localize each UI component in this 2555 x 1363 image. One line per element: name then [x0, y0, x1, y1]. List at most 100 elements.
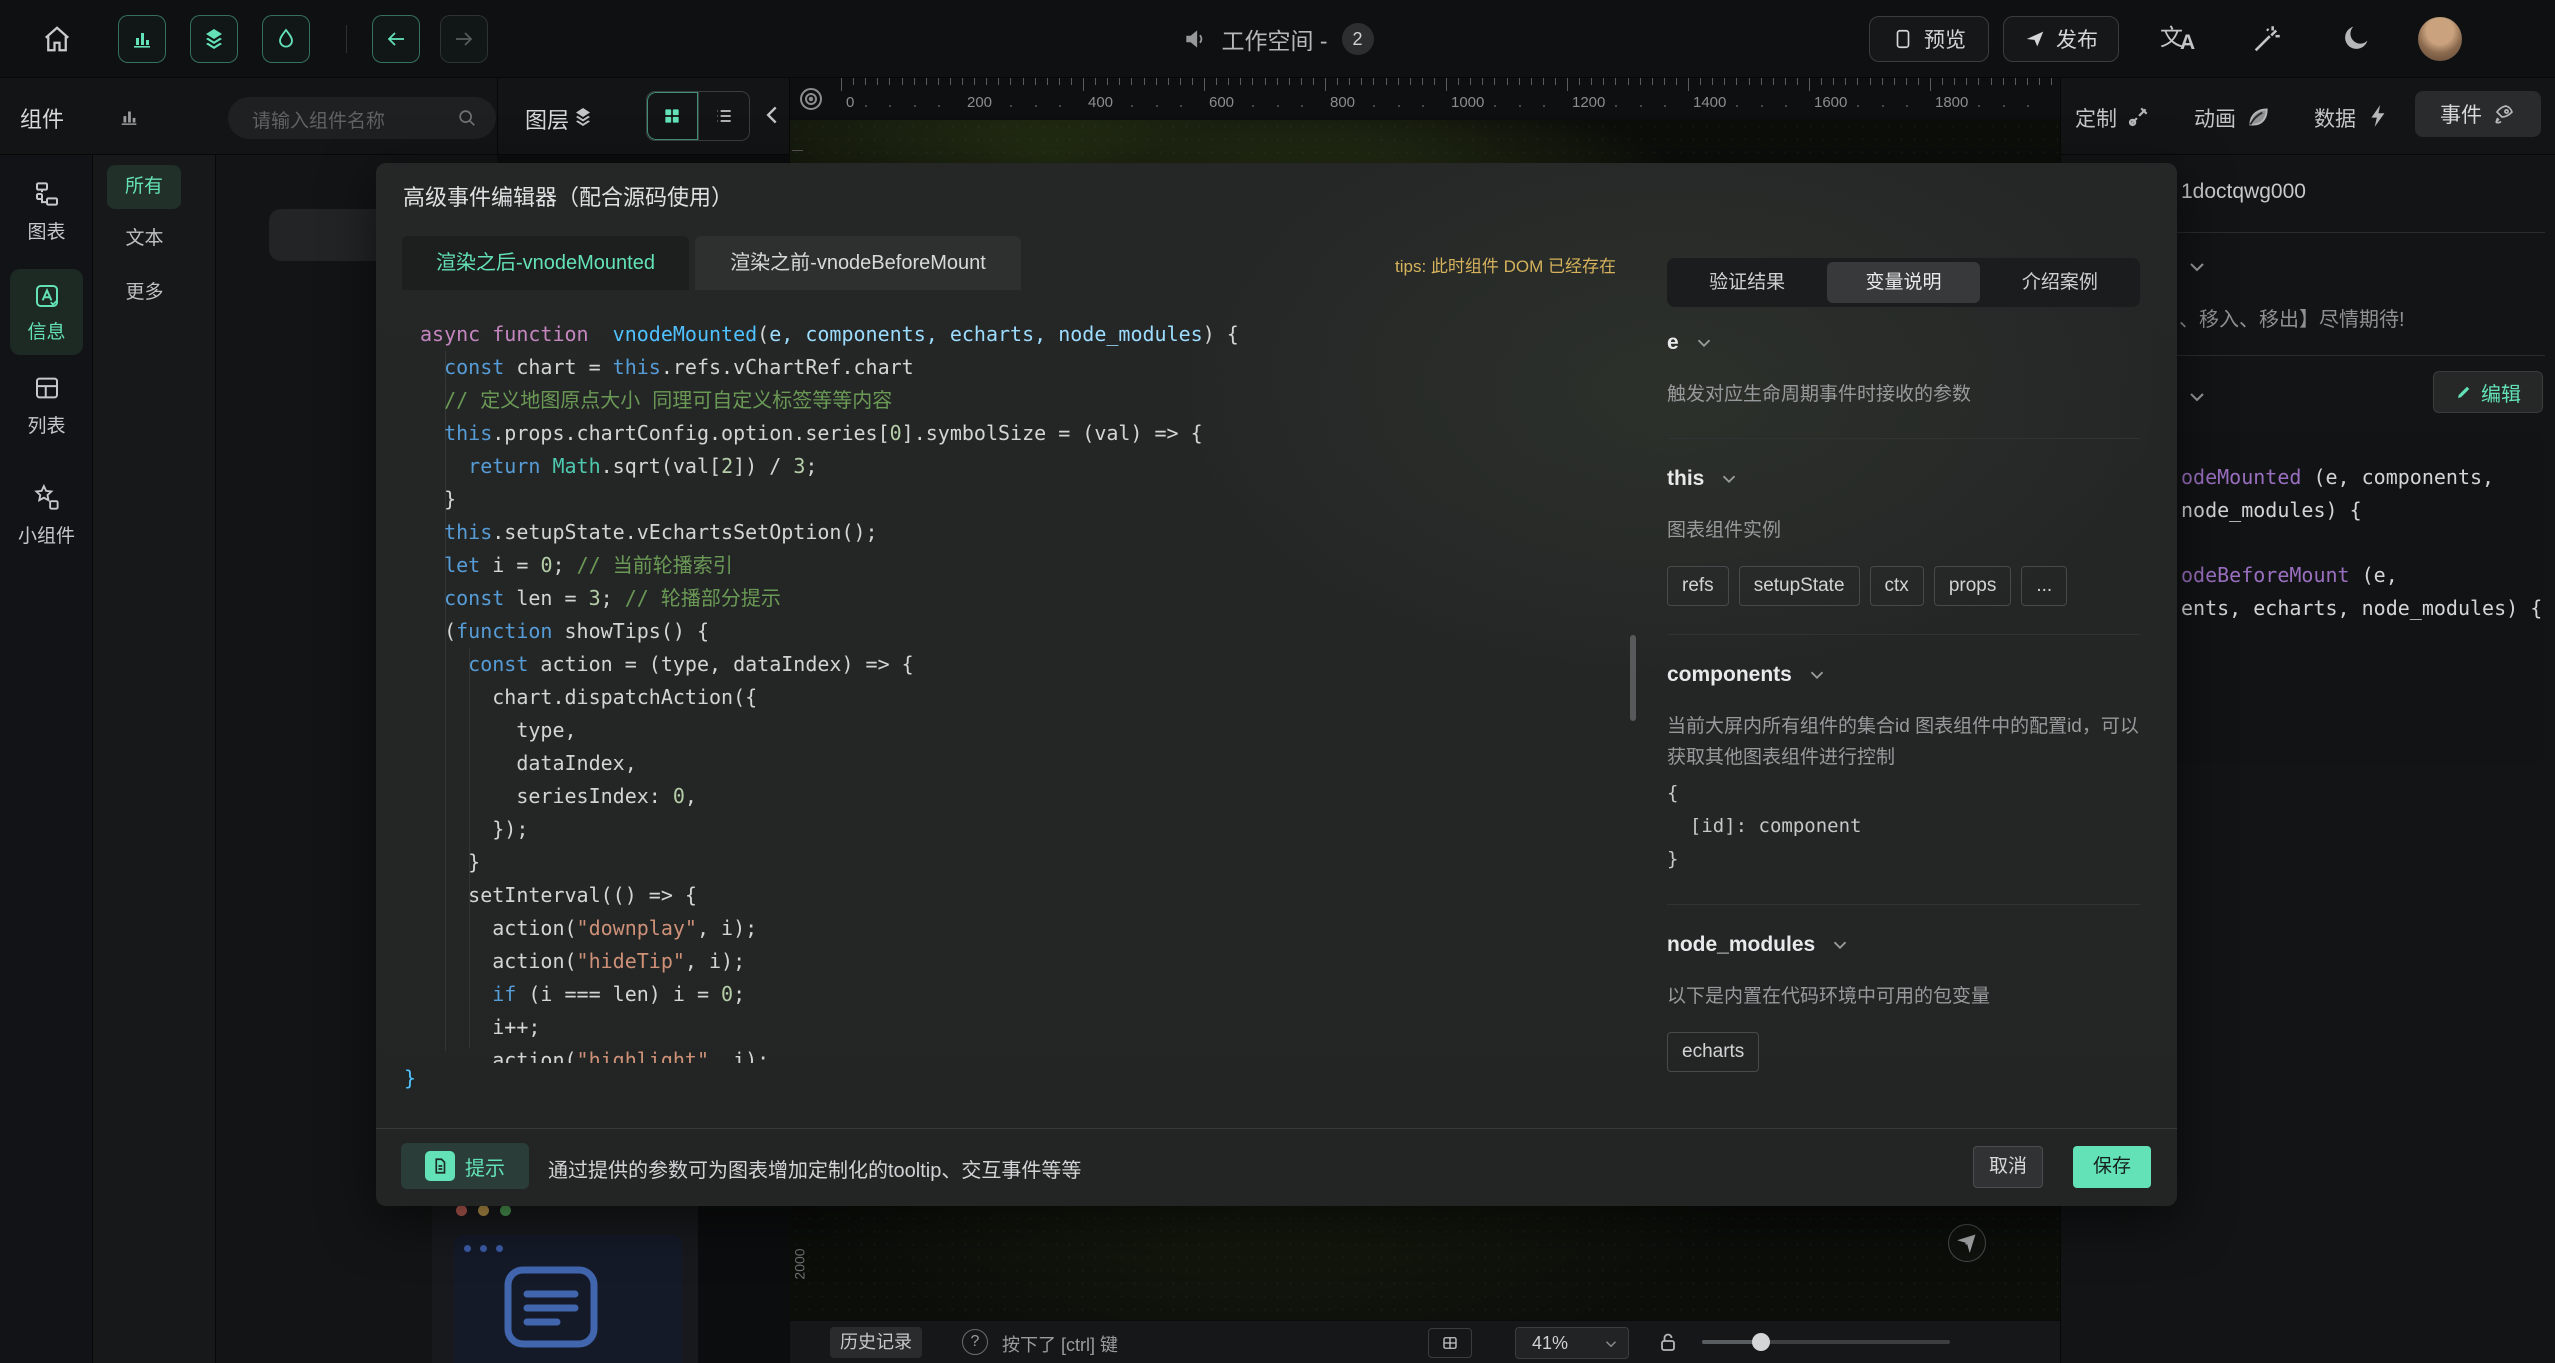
card-list-component[interactable]: [432, 1191, 698, 1363]
send-icon: [2024, 28, 2046, 50]
workspace-label: 工作空间 -: [1221, 22, 1327, 56]
variable-chip: echarts: [1667, 1032, 1759, 1072]
pencil-icon: [2455, 383, 2473, 401]
code-closing-brace: }: [404, 1066, 416, 1090]
ruler-tick: [1204, 78, 1205, 91]
publish-button[interactable]: 发布: [2003, 16, 2119, 62]
save-button[interactable]: 保存: [2073, 1146, 2151, 1188]
ruler-tick: [1494, 78, 1495, 85]
ruler-tick: [1144, 78, 1145, 85]
category-all[interactable]: 所有: [107, 165, 181, 209]
arrow-left-icon: [384, 27, 408, 51]
dark-mode-button[interactable]: [2340, 22, 2372, 54]
theme-drop-button[interactable]: [262, 15, 310, 63]
card-preview: [454, 1235, 682, 1363]
code-editor[interactable]: async function vnodeMounted(e, component…: [376, 303, 1636, 1073]
list-view-button[interactable]: [699, 92, 750, 140]
ruler-tick: [1047, 78, 1048, 85]
chevron-down-icon[interactable]: [1806, 664, 1828, 686]
tab-data[interactable]: 数据: [2314, 103, 2356, 133]
ruler-label: 1800: [1935, 94, 1968, 111]
rail-item-list[interactable]: 列表: [0, 373, 93, 438]
tab-vnode-mounted[interactable]: 渲染之后-vnodeMounted: [402, 236, 689, 290]
info-section-name: components: [1667, 663, 2140, 687]
history-button[interactable]: 历史记录: [830, 1327, 922, 1358]
collapse-panel-button[interactable]: [760, 102, 786, 128]
info-tab-2[interactable]: 介绍案例: [1984, 262, 2136, 303]
ruler-tick: [1591, 78, 1592, 85]
undo-button[interactable]: [372, 15, 420, 63]
water-drop-icon: [274, 27, 298, 51]
info-section-code: { [id]: component }: [1667, 777, 2140, 876]
ruler-dot: [1519, 105, 1521, 107]
ruler-label: 800: [1330, 94, 1355, 111]
ruler-dot: [914, 105, 916, 107]
magic-wand-button[interactable]: [2250, 22, 2284, 56]
chart-mode-button[interactable]: [118, 15, 166, 63]
modal-tips: tips: 此时组件 DOM 已经存在: [1376, 252, 1616, 277]
event-code-line: node_modules) {: [2181, 494, 2537, 527]
ruler-tick: [1942, 78, 1943, 85]
section-chevron-icon[interactable]: [2185, 255, 2209, 279]
flowchart-icon: [32, 179, 62, 209]
zoom-slider-handle[interactable]: [1752, 1333, 1770, 1351]
category-more[interactable]: 更多: [93, 277, 196, 304]
zoom-select[interactable]: 41%: [1515, 1327, 1629, 1359]
info-section-name: e: [1667, 331, 2140, 355]
layers-mode-button[interactable]: [190, 15, 238, 63]
code-line: action("downplay", i);: [420, 912, 1620, 945]
code-editor-body[interactable]: const chart = this.refs.vChartRef.chart …: [420, 351, 1620, 1063]
bar-chart-icon: [130, 27, 154, 51]
code-gap: [2181, 527, 2537, 559]
ruler-tick: [974, 78, 975, 85]
locate-control[interactable]: [1948, 1224, 1986, 1262]
chevron-down-icon[interactable]: [1693, 332, 1715, 354]
ruler-dot: [2027, 105, 2029, 107]
ruler-tick: [1519, 78, 1520, 85]
info-tab-0[interactable]: 验证结果: [1671, 262, 1823, 303]
home-button[interactable]: [42, 24, 72, 54]
cancel-button[interactable]: 取消: [1973, 1146, 2043, 1188]
workspace-badge[interactable]: 2: [1342, 23, 1374, 55]
preview-button[interactable]: 预览: [1869, 16, 1989, 62]
ruler-label: 0: [846, 94, 854, 111]
section-chevron-icon[interactable]: [2185, 385, 2209, 409]
rail-item-widgets[interactable]: 小组件: [0, 483, 93, 548]
tab-event-label: 事件: [2440, 99, 2482, 129]
grid-toggle-button[interactable]: [1428, 1328, 1472, 1358]
tab-vnode-before-mount[interactable]: 渲染之前-vnodeBeforeMount: [695, 236, 1021, 290]
code-line: action("highlight", i);: [420, 1044, 1620, 1063]
ruler-tick: [865, 78, 866, 85]
ruler-tick: [926, 78, 927, 85]
component-search-box[interactable]: 请输入组件名称: [228, 97, 496, 139]
ruler-tick: [1289, 78, 1290, 85]
ruler-tick: [1119, 78, 1120, 85]
chevron-down-icon[interactable]: [1718, 468, 1740, 490]
zoom-slider[interactable]: [1702, 1340, 1950, 1344]
redo-button[interactable]: [440, 15, 488, 63]
info-section-desc: 图表组件实例: [1667, 515, 2140, 546]
document-icon: [425, 1151, 455, 1181]
info-tab-1[interactable]: 变量说明: [1827, 262, 1979, 303]
avatar[interactable]: [2418, 17, 2462, 61]
tab-animation[interactable]: 动画: [2194, 103, 2236, 133]
grid-view-button[interactable]: [647, 92, 699, 140]
code-line: let i = 0; // 当前轮播索引: [420, 549, 1620, 582]
ruler-dot: [1543, 105, 1545, 107]
table-icon: [32, 373, 62, 403]
chevron-down-icon[interactable]: [1829, 934, 1851, 956]
code-scrollbar[interactable]: [1630, 635, 1636, 721]
help-icon[interactable]: ?: [962, 1329, 988, 1355]
variable-chip: ...: [2021, 566, 2067, 606]
language-button[interactable]: 文 A: [2158, 18, 2202, 60]
edit-code-button[interactable]: 编辑: [2433, 371, 2543, 413]
ruler-tick: [1567, 78, 1568, 91]
tab-event[interactable]: 事件: [2415, 91, 2541, 137]
rail-item-info[interactable]: 信息: [10, 269, 83, 355]
category-text[interactable]: 文本: [93, 223, 196, 250]
lock-icon[interactable]: [1656, 1330, 1680, 1354]
ruler-tick: [1640, 78, 1641, 85]
variable-info-panel: 验证结果变量说明介绍案例 e触发对应生命周期事件时接收的参数this图表组件实例…: [1667, 258, 2140, 1072]
tab-customize[interactable]: 定制: [2075, 103, 2117, 133]
rail-item-charts[interactable]: 图表: [0, 179, 93, 244]
